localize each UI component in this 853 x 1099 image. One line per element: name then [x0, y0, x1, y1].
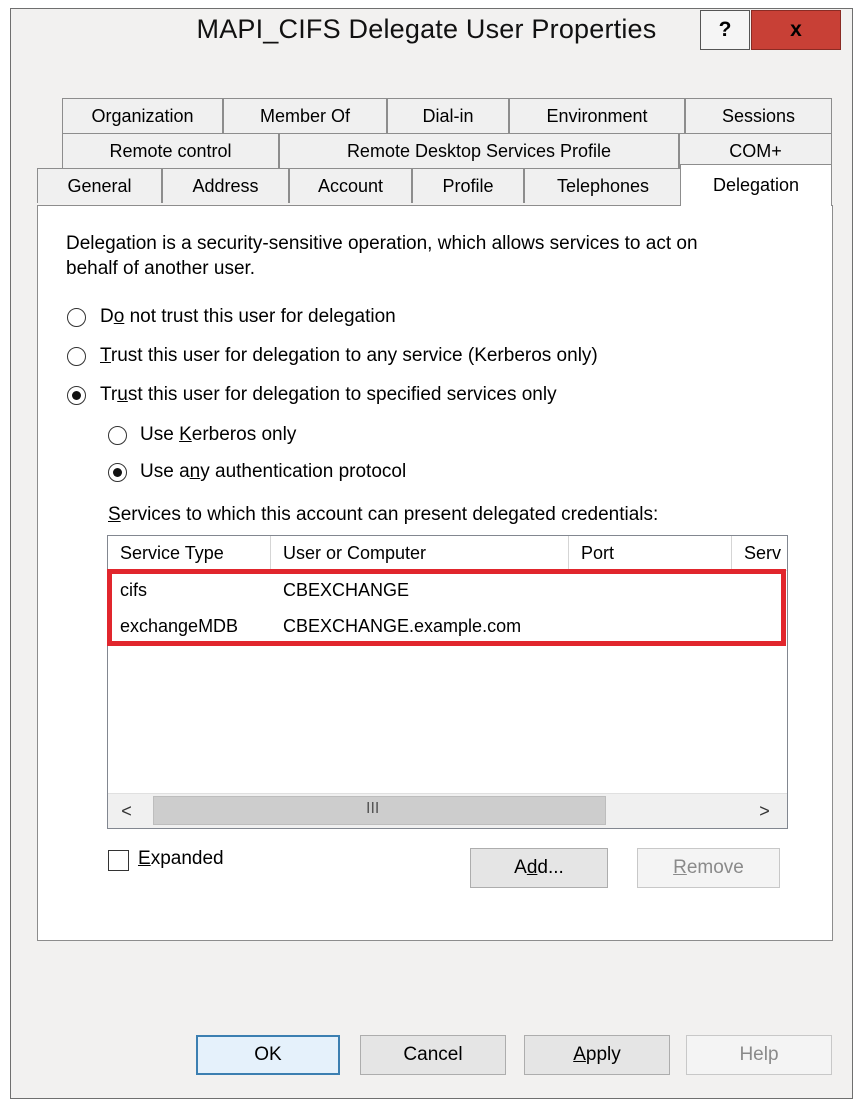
tab-member-of[interactable]: Member Of: [223, 98, 387, 133]
cancel-button[interactable]: Cancel: [360, 1035, 506, 1075]
radio-trust-any-service[interactable]: [67, 347, 86, 366]
tab-telephones[interactable]: Telephones: [524, 168, 682, 203]
radio-do-not-trust[interactable]: [67, 308, 86, 327]
column-header-service-name[interactable]: Serv: [732, 536, 787, 571]
tab-delegation[interactable]: Delegation: [680, 164, 832, 206]
radio-use-any-protocol[interactable]: [108, 463, 127, 482]
radio-trust-specified-services[interactable]: [67, 386, 86, 405]
scroll-left-icon[interactable]: <: [110, 794, 143, 828]
column-header-user-or-computer[interactable]: User or Computer: [271, 536, 569, 571]
tab-com-plus[interactable]: COM+: [679, 133, 832, 168]
tab-remote-control[interactable]: Remote control: [62, 133, 279, 168]
tab-address[interactable]: Address: [162, 168, 289, 203]
help-icon: ?: [718, 18, 732, 41]
option-trust-any-service-label[interactable]: Trust this user for delegation to any se…: [100, 345, 598, 367]
tab-organization[interactable]: Organization: [62, 98, 223, 133]
services-list-label: Services to which this account can prese…: [108, 504, 659, 525]
option-use-any-protocol-label[interactable]: Use any authentication protocol: [140, 461, 406, 483]
tab-account[interactable]: Account: [289, 168, 412, 203]
close-icon: x: [790, 18, 802, 41]
help-button[interactable]: Help: [686, 1035, 832, 1075]
grip-icon: III: [366, 800, 380, 817]
tab-dial-in[interactable]: Dial-in: [387, 98, 509, 133]
radio-use-kerberos-only[interactable]: [108, 426, 127, 445]
column-header-service-type[interactable]: Service Type: [108, 536, 271, 571]
radio-selected-dot: [72, 391, 81, 400]
option-use-kerberos-only-label[interactable]: Use Kerberos only: [140, 424, 296, 446]
scroll-right-icon[interactable]: >: [748, 794, 781, 828]
tab-sessions[interactable]: Sessions: [685, 98, 832, 133]
highlight-annotation-box: [107, 569, 786, 646]
option-do-not-trust-label[interactable]: Do not trust this user for delegation: [100, 306, 396, 328]
tab-environment[interactable]: Environment: [509, 98, 685, 133]
intro-text-line2: behalf of another user.: [66, 258, 256, 279]
close-button[interactable]: x: [751, 10, 841, 50]
option-trust-specified-services-label[interactable]: Trust this user for delegation to specif…: [100, 384, 557, 406]
expanded-checkbox[interactable]: [108, 850, 129, 871]
tab-remote-desktop-services-profile[interactable]: Remote Desktop Services Profile: [279, 133, 679, 168]
add-button[interactable]: Ad d...: [470, 848, 608, 888]
tab-general[interactable]: General: [37, 168, 162, 203]
radio-selected-dot: [113, 468, 122, 477]
scroll-thumb[interactable]: III: [153, 796, 606, 825]
horizontal-scrollbar[interactable]: < III >: [108, 793, 787, 828]
help-title-button[interactable]: ?: [700, 10, 750, 50]
remove-button[interactable]: Remove: [637, 848, 780, 888]
intro-text-line1: Delegation is a security-sensitive opera…: [66, 233, 698, 254]
apply-button[interactable]: Apply: [524, 1035, 670, 1075]
tab-profile[interactable]: Profile: [412, 168, 524, 203]
expanded-label[interactable]: Expanded: [138, 848, 224, 870]
column-header-port[interactable]: Port: [569, 536, 732, 571]
ok-button[interactable]: OK: [196, 1035, 340, 1075]
